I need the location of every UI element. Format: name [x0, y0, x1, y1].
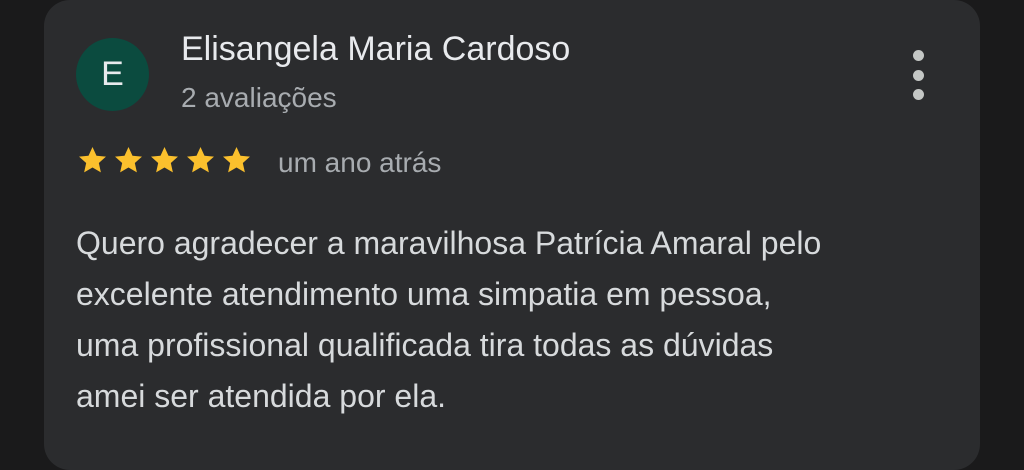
star-icon: [187, 147, 214, 173]
star-icon: [79, 147, 106, 173]
star-icon: [115, 147, 142, 173]
more-vert-icon[interactable]: [900, 50, 936, 100]
star-icon: [151, 147, 178, 173]
review-card: E Elisangela Maria Cardoso 2 avaliações …: [44, 0, 980, 470]
review-date: um ano atrás: [278, 147, 442, 178]
review-text: Quero agradecer a maravilhosa Patrícia A…: [76, 225, 822, 414]
author-name[interactable]: Elisangela Maria Cardoso: [181, 30, 570, 69]
author-review-count: 2 avaliações: [181, 82, 337, 113]
star-icon: [223, 147, 250, 173]
more-dot: [912, 50, 924, 61]
avatar-initial: E: [101, 55, 124, 93]
star-rating: [76, 144, 253, 177]
more-dot: [912, 69, 924, 81]
avatar[interactable]: E: [76, 38, 149, 111]
more-dot: [912, 89, 924, 100]
